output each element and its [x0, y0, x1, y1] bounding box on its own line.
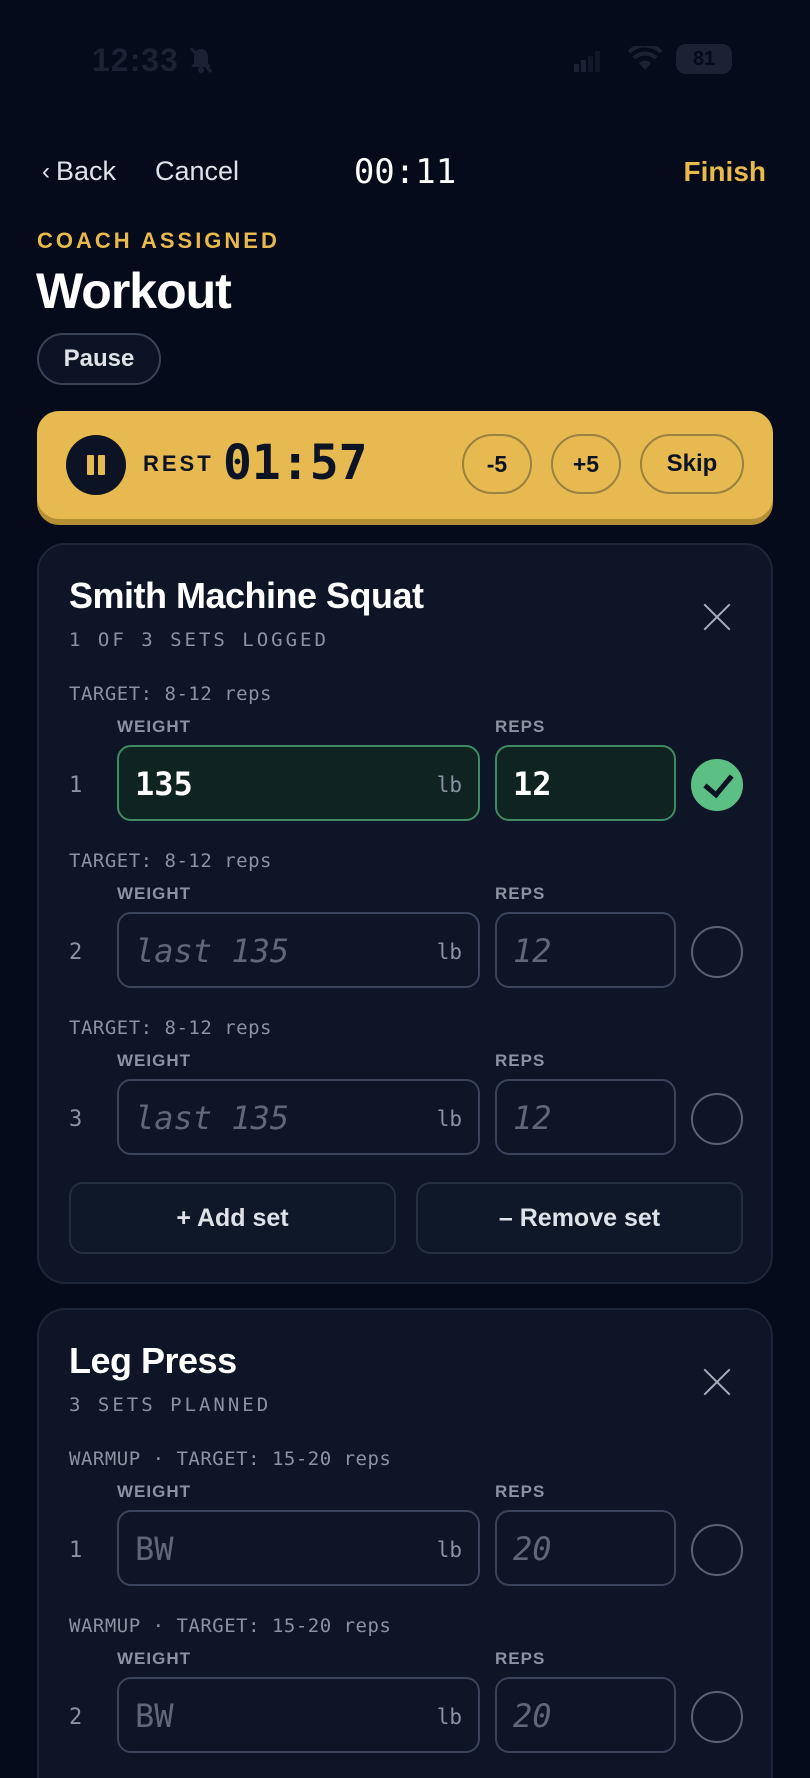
reps-placeholder: 20: [513, 1530, 552, 1568]
reps-input[interactable]: 12: [495, 745, 676, 821]
set-row: TARGET: 8-12 reps WEIGHT REPS 3 last 135…: [39, 1017, 775, 1167]
set-row: TARGET: 8-12 reps WEIGHT REPS 2 last 135…: [39, 850, 775, 1000]
weight-label: WEIGHT: [117, 1649, 191, 1668]
close-icon[interactable]: [701, 1366, 733, 1398]
reps-placeholder: 20: [513, 1697, 552, 1735]
check-icon[interactable]: [691, 759, 743, 811]
exercise-title: Leg Press: [69, 1340, 237, 1381]
set-complete-toggle[interactable]: [691, 926, 743, 978]
unit-label: lb: [436, 1705, 462, 1729]
set-number: 1: [69, 773, 83, 798]
weight-placeholder: last 135: [135, 932, 290, 970]
weight-placeholder: BW: [135, 1697, 174, 1735]
battery-icon: 81: [676, 44, 732, 74]
reps-placeholder: 12: [513, 1099, 552, 1137]
weight-placeholder: BW: [135, 1530, 174, 1568]
set-number: 3: [69, 1107, 83, 1132]
weight-label: WEIGHT: [117, 717, 191, 736]
weight-label: WEIGHT: [117, 1482, 191, 1501]
rest-countdown: 01:57: [223, 435, 368, 491]
rest-skip-button[interactable]: Skip: [640, 434, 744, 494]
reps-input[interactable]: 12: [495, 912, 676, 988]
weight-input[interactable]: 135 lb: [117, 745, 480, 821]
set-target: WARMUP · TARGET: 15-20 reps: [69, 1615, 392, 1637]
pause-workout-button[interactable]: Pause: [37, 333, 161, 385]
set-number: 2: [69, 1705, 83, 1730]
weight-placeholder: last 135: [135, 1099, 290, 1137]
exercise-summary: 3 SETS PLANNED: [69, 1394, 272, 1416]
rest-timer-bar: REST 01:57 -5 +5 Skip: [37, 411, 773, 519]
unit-label: lb: [436, 1107, 462, 1131]
rest-label: REST: [143, 451, 214, 476]
coach-assigned-label: COACH ASSIGNED: [37, 228, 280, 253]
unit-label: lb: [436, 1538, 462, 1562]
weight-input[interactable]: BW lb: [117, 1677, 480, 1753]
weight-label: WEIGHT: [117, 1051, 191, 1070]
reps-value: 12: [513, 765, 552, 803]
exercise-card-leg-press: Leg Press 3 SETS PLANNED WARMUP · TARGET…: [37, 1308, 773, 1778]
finish-button[interactable]: Finish: [684, 156, 766, 188]
reps-label: REPS: [495, 1482, 546, 1501]
wifi-icon: [628, 46, 662, 70]
reps-label: REPS: [495, 884, 546, 903]
weight-value: 135: [135, 765, 193, 803]
set-complete-toggle[interactable]: [691, 1093, 743, 1145]
close-icon[interactable]: [701, 601, 733, 633]
set-number: 2: [69, 940, 83, 965]
reps-label: REPS: [495, 1051, 546, 1070]
add-set-button[interactable]: + Add set: [69, 1182, 396, 1254]
rest-plus-5-button[interactable]: +5: [551, 434, 621, 494]
exercise-card-smith-machine-squat: Smith Machine Squat 1 OF 3 SETS LOGGED T…: [37, 543, 773, 1284]
unit-label: lb: [436, 940, 462, 964]
status-time: 12:33: [92, 42, 179, 78]
set-target: TARGET: 8-12 reps: [69, 850, 272, 872]
exercise-title: Smith Machine Squat: [69, 575, 424, 616]
signal-icon: [574, 51, 600, 72]
top-nav: ‹ Back Cancel 00:11 Finish: [0, 150, 810, 200]
reps-input[interactable]: 20: [495, 1510, 676, 1586]
exercise-summary: 1 OF 3 SETS LOGGED: [69, 629, 329, 651]
reps-label: REPS: [495, 1649, 546, 1668]
set-row: WARMUP · TARGET: 15-20 reps WEIGHT REPS …: [39, 1615, 775, 1765]
status-bar: 12:33 81: [0, 0, 810, 120]
set-number: 1: [69, 1538, 83, 1563]
remove-set-button[interactable]: – Remove set: [416, 1182, 743, 1254]
rest-minus-5-button[interactable]: -5: [462, 434, 532, 494]
set-complete-toggle[interactable]: [691, 1524, 743, 1576]
bell-muted-icon: [189, 47, 213, 73]
reps-placeholder: 12: [513, 932, 552, 970]
weight-input[interactable]: last 135 lb: [117, 912, 480, 988]
weight-input[interactable]: last 135 lb: [117, 1079, 480, 1155]
set-target: TARGET: 8-12 reps: [69, 1017, 272, 1039]
page-title: Workout: [36, 263, 232, 319]
set-complete-toggle[interactable]: [691, 1691, 743, 1743]
set-row: WARMUP · TARGET: 15-20 reps WEIGHT REPS …: [39, 1448, 775, 1598]
reps-input[interactable]: 12: [495, 1079, 676, 1155]
rest-pause-button[interactable]: [66, 435, 126, 495]
set-row: TARGET: 8-12 reps WEIGHT REPS 1 135 lb 1…: [39, 683, 775, 833]
set-target: WARMUP · TARGET: 15-20 reps: [69, 1448, 392, 1470]
reps-label: REPS: [495, 717, 546, 736]
weight-input[interactable]: BW lb: [117, 1510, 480, 1586]
set-target: TARGET: 8-12 reps: [69, 683, 272, 705]
weight-label: WEIGHT: [117, 884, 191, 903]
reps-input[interactable]: 20: [495, 1677, 676, 1753]
unit-label: lb: [436, 773, 462, 797]
